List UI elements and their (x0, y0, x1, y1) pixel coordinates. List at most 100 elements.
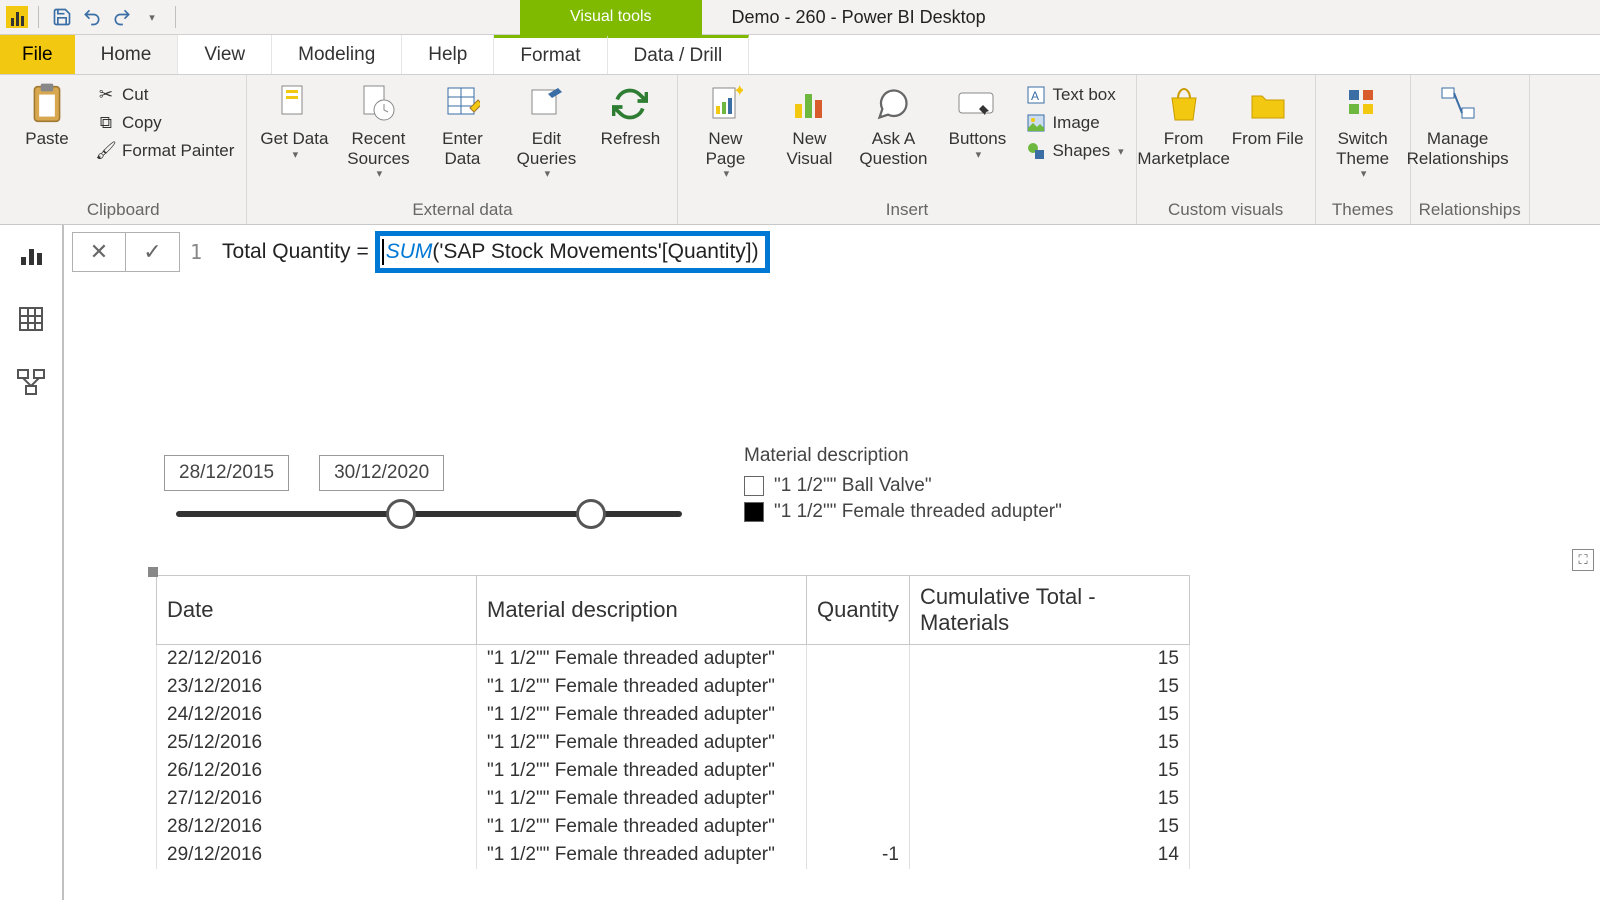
bag-icon (1163, 83, 1205, 125)
group-themes-label: Themes (1324, 198, 1402, 222)
copy-button[interactable]: ⧉Copy (92, 111, 238, 135)
ribbon: Paste ✂Cut ⧉Copy 🖌Format Painter Clipboa… (0, 75, 1600, 225)
tab-file[interactable]: File (0, 35, 75, 74)
group-rel-label: Relationships (1419, 198, 1521, 222)
group-insert-label: Insert (686, 198, 1127, 222)
tab-modeling[interactable]: Modeling (272, 35, 402, 74)
buttons-button[interactable]: Buttons (938, 79, 1016, 161)
resize-handle[interactable] (148, 567, 158, 577)
new-page-icon: ✦ (704, 83, 746, 125)
tab-data-drill[interactable]: Data / Drill (608, 35, 750, 74)
checkbox-empty-icon[interactable] (744, 476, 764, 496)
undo-button[interactable] (81, 6, 103, 28)
recent-sources-button[interactable]: Recent Sources (339, 79, 417, 181)
shapes-button[interactable]: Shapes (1022, 139, 1127, 163)
nav-rail (0, 225, 64, 900)
switch-theme-button[interactable]: Switch Theme (1324, 79, 1402, 181)
from-marketplace-button[interactable]: From Marketplace (1145, 79, 1223, 168)
tab-view[interactable]: View (178, 35, 272, 74)
table-header-row: Date Material description Quantity Cumul… (157, 576, 1190, 645)
shapes-icon (1026, 141, 1046, 161)
tab-format[interactable]: Format (494, 35, 607, 74)
palette-icon (1342, 83, 1384, 125)
speech-icon (872, 83, 914, 125)
edit-queries-button[interactable]: Edit Queries (507, 79, 585, 181)
group-external-label: External data (255, 198, 669, 222)
slider-track[interactable] (176, 511, 682, 517)
app-icon (6, 6, 28, 28)
legend-item-1[interactable]: "1 1/2"" Ball Valve" (744, 475, 1062, 497)
slicer-start-date[interactable]: 28/12/2015 (164, 455, 289, 491)
report-canvas[interactable]: 28/12/2015 30/12/2020 Material descripti… (64, 285, 1600, 900)
table-visual[interactable]: ⛶ Date Material description Quantity Cum… (156, 575, 1600, 869)
save-button[interactable] (51, 6, 73, 28)
image-button[interactable]: Image (1022, 111, 1127, 135)
relationships-icon (1437, 83, 1479, 125)
copy-icon: ⧉ (96, 113, 116, 133)
formula-line-number: 1 (190, 240, 202, 264)
clipboard-icon (26, 83, 68, 125)
header-material[interactable]: Material description (477, 576, 807, 645)
formula-cancel-button[interactable]: ✕ (72, 232, 126, 272)
group-custom-label: Custom visuals (1145, 198, 1307, 222)
button-icon (956, 83, 998, 125)
slider-handle-start[interactable] (386, 499, 416, 529)
qat-customize[interactable]: ▾ (141, 6, 163, 28)
enter-data-button[interactable]: Enter Data (423, 79, 501, 168)
group-clipboard-label: Clipboard (8, 198, 238, 222)
refresh-button[interactable]: Refresh (591, 79, 669, 149)
model-view-button[interactable] (13, 365, 49, 401)
from-file-button[interactable]: From File (1229, 79, 1307, 149)
tab-help[interactable]: Help (402, 35, 494, 74)
textbox-button[interactable]: AText box (1022, 83, 1127, 107)
table-row[interactable]: 29/12/2016"1 1/2"" Female threaded adupt… (157, 841, 1190, 869)
new-visual-button[interactable]: New Visual (770, 79, 848, 168)
table-row[interactable]: 25/12/2016"1 1/2"" Female threaded adupt… (157, 729, 1190, 757)
table-row[interactable]: 23/12/2016"1 1/2"" Female threaded adupt… (157, 673, 1190, 701)
textbox-icon: A (1026, 85, 1046, 105)
focus-mode-button[interactable]: ⛶ (1572, 549, 1594, 571)
table-row[interactable]: 22/12/2016"1 1/2"" Female threaded adupt… (157, 645, 1190, 674)
formula-highlight: SUM('SAP Stock Movements'[Quantity]) (375, 231, 770, 273)
title-bar: ▾ Visual tools Demo - 260 - Power BI Des… (0, 0, 1600, 35)
contextual-tab-label: Visual tools (520, 0, 702, 35)
svg-text:✦: ✦ (733, 84, 743, 100)
formula-input[interactable]: Total Quantity = SUM('SAP Stock Movement… (222, 232, 770, 272)
data-icon (273, 83, 315, 125)
formula-commit-button[interactable]: ✓ (126, 232, 180, 272)
paste-button[interactable]: Paste (8, 79, 86, 149)
measure-name: Total Quantity (222, 240, 350, 264)
checkbox-filled-icon[interactable] (744, 502, 764, 522)
brush-icon: 🖌 (96, 141, 116, 161)
table-row[interactable]: 27/12/2016"1 1/2"" Female threaded adupt… (157, 785, 1190, 813)
table-row[interactable]: 24/12/2016"1 1/2"" Female threaded adupt… (157, 701, 1190, 729)
redo-button[interactable] (111, 6, 133, 28)
table-row[interactable]: 26/12/2016"1 1/2"" Female threaded adupt… (157, 757, 1190, 785)
legend-slicer[interactable]: Material description "1 1/2"" Ball Valve… (744, 445, 1062, 527)
svg-text:A: A (1031, 89, 1039, 103)
header-date[interactable]: Date (157, 576, 477, 645)
report-view-button[interactable] (13, 237, 49, 273)
legend-title: Material description (744, 445, 1062, 467)
cut-button[interactable]: ✂Cut (92, 83, 238, 107)
format-painter-button[interactable]: 🖌Format Painter (92, 139, 238, 163)
slider-handle-end[interactable] (576, 499, 606, 529)
slicer-end-date[interactable]: 30/12/2020 (319, 455, 444, 491)
scissors-icon: ✂ (96, 85, 116, 105)
header-quantity[interactable]: Quantity (807, 576, 910, 645)
ask-question-button[interactable]: Ask A Question (854, 79, 932, 168)
text-caret (382, 239, 384, 265)
date-slicer[interactable]: 28/12/2015 30/12/2020 (164, 455, 694, 517)
ribbon-tabs: File Home View Modeling Help Format Data… (0, 35, 1600, 75)
tab-home[interactable]: Home (75, 35, 179, 74)
clock-data-icon (357, 83, 399, 125)
header-cumulative[interactable]: Cumulative Total - Materials (909, 576, 1189, 645)
new-page-button[interactable]: ✦New Page (686, 79, 764, 181)
get-data-button[interactable]: Get Data (255, 79, 333, 161)
manage-relationships-button[interactable]: Manage Relationships (1419, 79, 1497, 168)
chart-icon (788, 83, 830, 125)
table-row[interactable]: 28/12/2016"1 1/2"" Female threaded adupt… (157, 813, 1190, 841)
legend-item-2[interactable]: "1 1/2"" Female threaded adupter" (744, 501, 1062, 523)
table-edit-icon (441, 83, 483, 125)
data-view-button[interactable] (13, 301, 49, 337)
